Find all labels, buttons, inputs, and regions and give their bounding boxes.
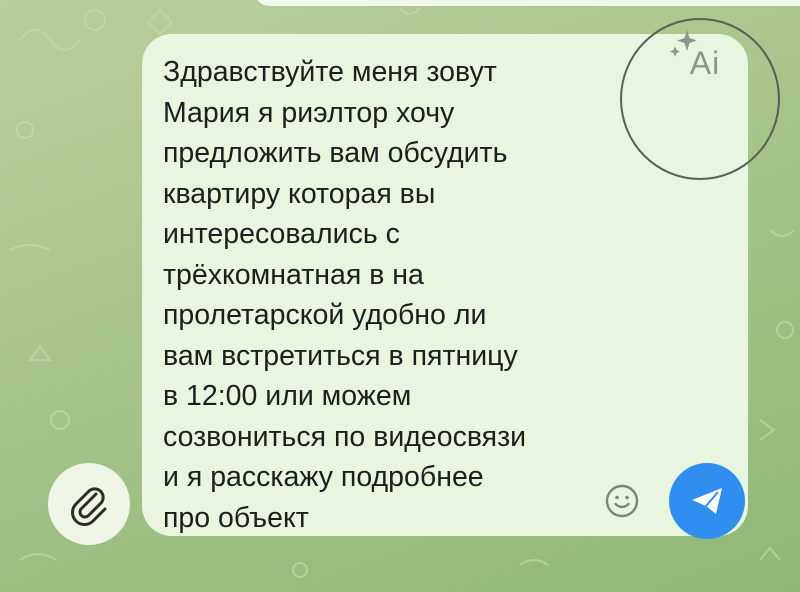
message-line: Здравствуйте меня зовут bbox=[163, 56, 497, 88]
smiley-icon bbox=[605, 484, 639, 518]
emoji-button[interactable] bbox=[604, 483, 640, 519]
message-line: в 12:00 или можем bbox=[163, 380, 412, 412]
message-line: созвониться по видеосвязи bbox=[163, 420, 527, 453]
message-line: пролетарской удобно ли bbox=[163, 299, 487, 331]
attach-button[interactable] bbox=[48, 463, 130, 545]
message-line: трёхкомнатная в на bbox=[163, 258, 424, 291]
message-line: и я расскажу подробнее bbox=[163, 461, 484, 493]
previous-message-edge bbox=[255, 0, 800, 6]
message-line: квартиру которая вы bbox=[163, 177, 436, 210]
message-line: вам встретиться в пятницу bbox=[163, 339, 518, 372]
paperclip-icon bbox=[71, 487, 107, 526]
paper-plane-icon bbox=[692, 488, 722, 514]
ai-assist-button[interactable]: Ai bbox=[665, 28, 735, 88]
message-line: предложить вам обсудить bbox=[163, 137, 508, 169]
message-line: про объект bbox=[163, 501, 309, 534]
message-input-text[interactable]: Здравствуйте меня зовут Мария я риэлтор х… bbox=[163, 52, 603, 538]
sparkle-ai-icon bbox=[670, 30, 697, 57]
send-button[interactable] bbox=[669, 463, 745, 539]
message-line: интересовались с bbox=[163, 218, 400, 250]
message-line: Мария я риэлтор хочу bbox=[163, 96, 455, 129]
